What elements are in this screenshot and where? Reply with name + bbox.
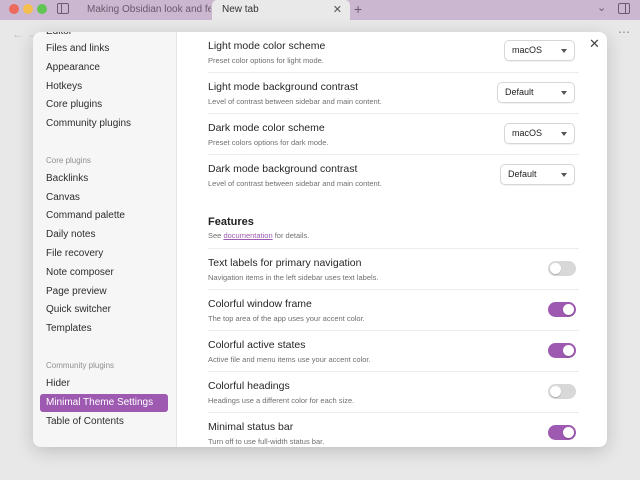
right-sidebar-toggle-icon[interactable]	[618, 3, 630, 14]
toggle-knob	[550, 386, 561, 397]
minimal-status-bar-toggle[interactable]	[548, 425, 576, 440]
dropdown-value: macOS	[512, 45, 543, 55]
features-desc-prefix: See	[208, 231, 224, 240]
setting-title: Colorful active states	[208, 339, 306, 351]
divider	[208, 412, 579, 413]
sidebar-item-command-palette[interactable]: Command palette	[40, 207, 168, 225]
maximize-window-button[interactable]	[37, 4, 47, 14]
minimize-window-button[interactable]	[23, 4, 33, 14]
features-description: See documentation for details.	[208, 231, 309, 240]
setting-title: Text labels for primary navigation	[208, 257, 362, 269]
sidebar-item-templates[interactable]: Templates	[40, 320, 168, 338]
community-plugins-heading: Community plugins	[46, 361, 115, 370]
chevron-down-icon	[561, 91, 567, 95]
setting-title: Colorful headings	[208, 380, 290, 392]
documentation-link[interactable]: documentation	[223, 231, 272, 240]
setting-description: Turn off to use full-width status bar.	[208, 437, 325, 446]
light-background-contrast-dropdown[interactable]: Default	[497, 82, 575, 103]
tab-making-obsidian[interactable]: Making Obsidian look and fe...	[77, 0, 211, 20]
colorful-headings-toggle[interactable]	[548, 384, 576, 399]
close-modal-icon[interactable]: ✕	[589, 36, 600, 52]
chevron-down-icon	[561, 132, 567, 136]
dark-background-contrast-dropdown[interactable]: Default	[500, 164, 575, 185]
close-window-button[interactable]	[9, 4, 19, 14]
divider	[208, 72, 579, 73]
setting-text-labels: Text labels for primary navigation Navig…	[208, 257, 579, 282]
tab-label: Making Obsidian look and fe...	[87, 4, 211, 15]
sidebar-item-hider[interactable]: Hider	[40, 375, 168, 393]
setting-colorful-active-states: Colorful active states Active file and m…	[208, 339, 579, 364]
features-heading: Features	[208, 216, 254, 228]
new-tab-icon[interactable]: +	[354, 0, 362, 18]
sidebar-toggle-icon[interactable]	[57, 3, 69, 14]
divider	[208, 330, 579, 331]
sidebar-item-canvas[interactable]: Canvas	[40, 189, 168, 207]
divider	[208, 113, 579, 114]
settings-sidebar: Editor Files and links Appearance Hotkey…	[33, 32, 177, 447]
core-plugins-heading: Core plugins	[46, 156, 91, 165]
dropdown-value: macOS	[512, 128, 543, 138]
sidebar-item-daily-notes[interactable]: Daily notes	[40, 226, 168, 244]
colorful-window-frame-toggle[interactable]	[548, 302, 576, 317]
divider	[208, 289, 579, 290]
setting-title: Colorful window frame	[208, 298, 312, 310]
close-tab-icon[interactable]: ✕	[333, 0, 342, 20]
setting-description: Navigation items in the left sidebar use…	[208, 273, 379, 282]
toggle-knob	[550, 263, 561, 274]
setting-minimal-status-bar: Minimal status bar Turn off to use full-…	[208, 421, 579, 446]
sidebar-item-files-and-links[interactable]: Files and links	[40, 40, 168, 58]
sidebar-item-hotkeys[interactable]: Hotkeys	[40, 78, 168, 96]
light-color-scheme-dropdown[interactable]: macOS	[504, 40, 575, 61]
text-labels-toggle[interactable]	[548, 261, 576, 276]
setting-description: The top area of the app uses your accent…	[208, 314, 365, 323]
setting-description: Active file and menu items use your acce…	[208, 355, 371, 364]
setting-colorful-headings: Colorful headings Headings use a differe…	[208, 380, 579, 405]
chevron-down-icon	[561, 173, 567, 177]
sidebar-item-file-recovery[interactable]: File recovery	[40, 245, 168, 263]
dropdown-value: Default	[508, 169, 537, 179]
setting-description: Headings use a different color for each …	[208, 396, 355, 405]
sidebar-item-core-plugins[interactable]: Core plugins	[40, 96, 168, 114]
toggle-knob	[563, 345, 574, 356]
tab-label: New tab	[222, 4, 259, 15]
sidebar-item-minimal-theme-settings[interactable]: Minimal Theme Settings	[40, 394, 168, 412]
chevron-down-icon	[561, 49, 567, 53]
sidebar-item-quick-switcher[interactable]: Quick switcher	[40, 301, 168, 319]
sidebar-item-note-composer[interactable]: Note composer	[40, 264, 168, 282]
toggle-knob	[563, 304, 574, 315]
colorful-active-states-toggle[interactable]	[548, 343, 576, 358]
sidebar-item-page-preview[interactable]: Page preview	[40, 283, 168, 301]
title-bar: Making Obsidian look and fe... New tab ✕…	[0, 0, 640, 20]
more-options-icon[interactable]: ⋯	[618, 25, 630, 39]
divider	[208, 154, 579, 155]
settings-modal: Editor Files and links Appearance Hotkey…	[33, 32, 607, 447]
features-desc-suffix: for details.	[272, 231, 310, 240]
sidebar-item-table-of-contents[interactable]: Table of Contents	[40, 413, 168, 431]
divider	[208, 248, 579, 249]
toggle-knob	[563, 427, 574, 438]
dropdown-value: Default	[505, 87, 534, 97]
setting-title: Minimal status bar	[208, 421, 294, 433]
setting-colorful-window-frame: Colorful window frame The top area of th…	[208, 298, 579, 323]
sidebar-item-community-plugins[interactable]: Community plugins	[40, 115, 168, 133]
dark-color-scheme-dropdown[interactable]: macOS	[504, 123, 575, 144]
divider	[208, 371, 579, 372]
chevron-down-icon[interactable]: ⌄	[597, 1, 606, 14]
tab-new-tab[interactable]: New tab ✕	[212, 0, 350, 20]
sidebar-item-appearance[interactable]: Appearance	[40, 59, 168, 77]
sidebar-item-backlinks[interactable]: Backlinks	[40, 170, 168, 188]
